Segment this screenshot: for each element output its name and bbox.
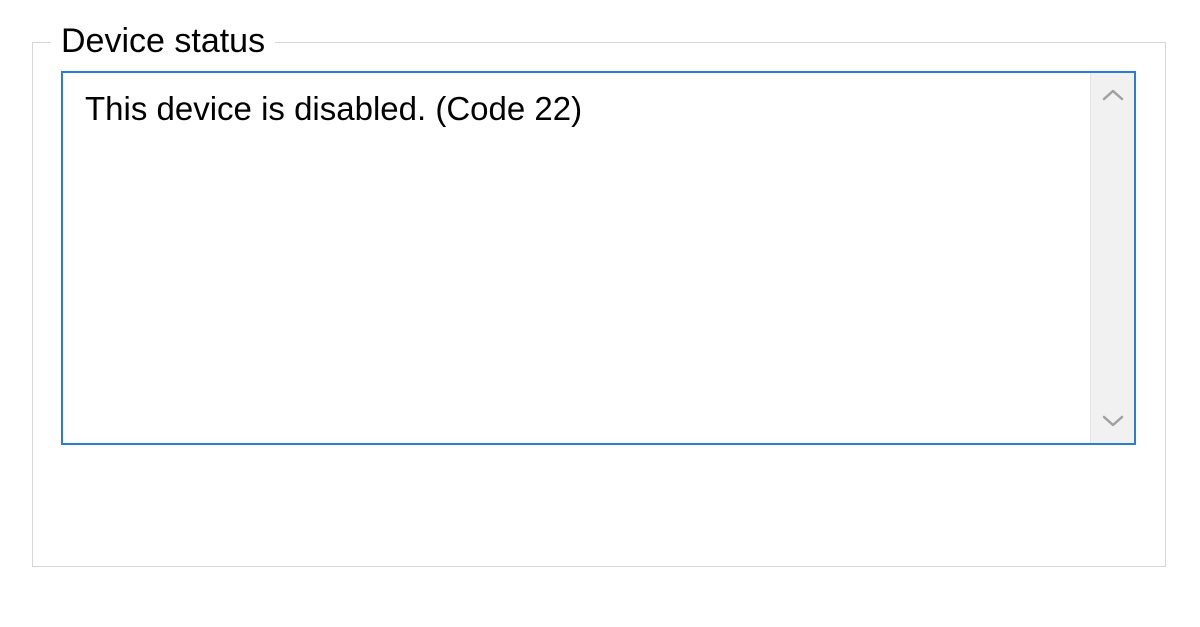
scrollbar[interactable] [1090,73,1134,443]
device-status-textbox[interactable]: This device is disabled. (Code 22) [61,71,1136,445]
scroll-up-button[interactable] [1091,73,1134,117]
chevron-down-icon [1102,414,1124,428]
device-status-legend: Device status [51,19,275,65]
device-status-message: This device is disabled. (Code 22) [63,73,1090,443]
scroll-down-button[interactable] [1091,399,1134,443]
scrollbar-track[interactable] [1091,117,1134,399]
chevron-up-icon [1102,88,1124,102]
device-status-groupbox: Device status This device is disabled. (… [32,42,1166,567]
